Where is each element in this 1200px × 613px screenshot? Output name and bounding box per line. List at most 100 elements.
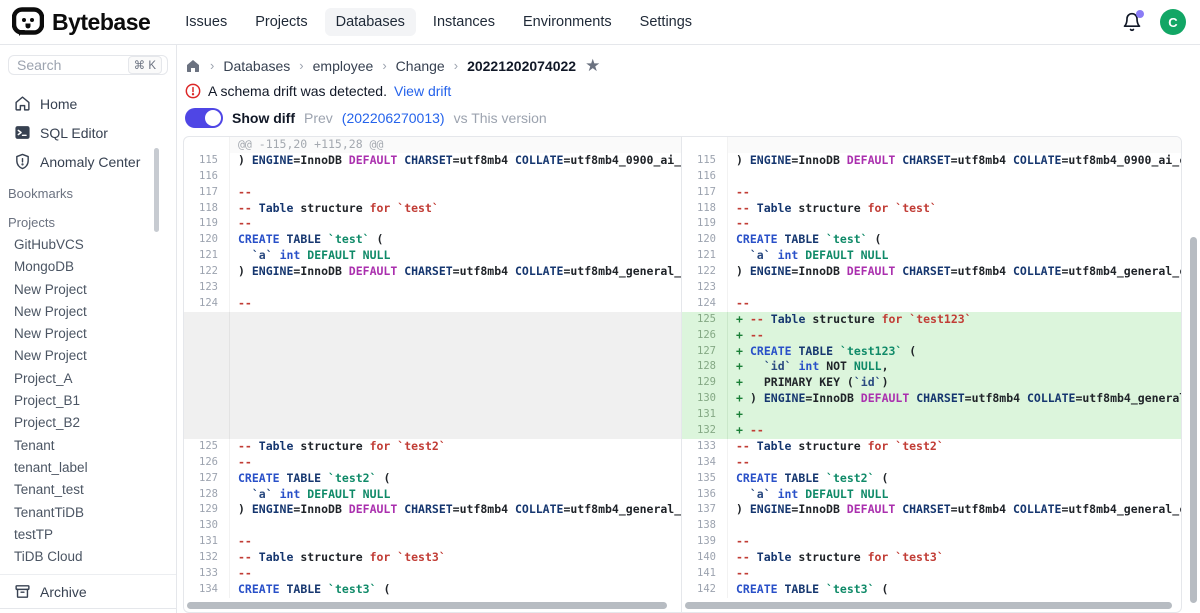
diff-row: 122) ENGINE=InnoDB DEFAULT CHARSET=utf8m… [682,264,1181,280]
line-number: 136 [682,487,728,503]
diff-row [184,391,681,407]
right-hscrollbar-thumb[interactable] [685,602,1172,609]
diff-row: 122) ENGINE=InnoDB DEFAULT CHARSET=utf8m… [184,264,681,280]
code-line: -- [230,455,681,471]
sidebar: ⌘ K Home SQL Editor [0,45,177,613]
line-number: 140 [682,550,728,566]
project-item[interactable]: GitHubVCS [0,234,176,256]
line-number: 141 [682,566,728,582]
line-number: 126 [682,328,728,344]
project-item[interactable]: Project_A [0,368,176,390]
code-line: `a` int DEFAULT NULL [230,248,681,264]
code-line: -- Table structure for `test2` [728,439,1181,455]
line-number: 124 [682,296,728,312]
line-number: 124 [184,296,230,312]
line-number [184,391,230,407]
project-item[interactable]: New Project [0,323,176,345]
line-number: 130 [682,391,728,407]
project-item[interactable]: Project_B2 [0,412,176,434]
nav-item-instances[interactable]: Instances [422,8,506,36]
code-line: +-- [728,328,1181,344]
nav-item-environments[interactable]: Environments [512,8,623,36]
line-number: 123 [682,280,728,296]
project-item[interactable]: MongoDB [0,256,176,278]
line-number: 133 [184,566,230,582]
left-hscrollbar-track [184,599,681,612]
project-item[interactable]: Project_B1 [0,390,176,412]
sidebar-item-anomaly-center[interactable]: Anomaly Center [0,147,176,176]
line-number [184,137,230,153]
prev-version-link[interactable]: (202206270013) [342,110,445,126]
diff-row: 116 [682,169,1181,185]
bytebase-logo-icon [12,7,44,37]
code-line [230,312,681,328]
diff-row: 131+ [682,407,1181,423]
project-item[interactable]: TiDB Cloud [0,546,176,568]
diff-row: 123 [184,280,681,296]
notification-bell-icon[interactable] [1122,12,1142,32]
code-line: ) ENGINE=InnoDB DEFAULT CHARSET=utf8mb4 … [728,502,1181,518]
sidebar-scrollbar[interactable] [154,148,159,232]
search-field[interactable] [17,57,128,73]
line-number: 132 [682,423,728,439]
code-line: -- [728,455,1181,471]
view-drift-link[interactable]: View drift [394,83,451,99]
project-item[interactable]: New Project [0,279,176,301]
line-number: 119 [184,216,230,232]
project-item[interactable]: TenantTiDB [0,502,176,524]
shield-icon [14,153,31,170]
line-number: 129 [682,375,728,391]
left-hscrollbar-thumb[interactable] [187,602,667,609]
diff-row: 134CREATE TABLE `test3` ( [184,582,681,598]
line-number: 119 [682,216,728,232]
project-item[interactable]: testTP [0,524,176,546]
diff-row: 124-- [184,296,681,312]
sidebar-item-label: SQL Editor [40,125,108,141]
project-item[interactable]: Tenant_test [0,479,176,501]
diff-row: 115) ENGINE=InnoDB DEFAULT CHARSET=utf8m… [682,153,1181,169]
code-line: CREATE TABLE `test` ( [728,232,1181,248]
sidebar-item-archive[interactable]: Archive [0,575,176,608]
nav-item-databases[interactable]: Databases [325,8,416,36]
line-number: 121 [682,248,728,264]
user-avatar[interactable]: C [1160,9,1186,35]
project-item[interactable]: New Project [0,345,176,367]
star-icon[interactable]: ★ [585,57,600,74]
line-number [184,344,230,360]
code-line [728,280,1181,296]
breadcrumb-home-icon[interactable] [185,58,201,74]
project-item[interactable]: tenant_label [0,457,176,479]
terminal-icon [14,124,31,141]
diff-row: 142CREATE TABLE `test3` ( [682,582,1181,598]
diff-row [184,359,681,375]
line-number: 128 [184,487,230,503]
nav-item-issues[interactable]: Issues [174,8,238,36]
code-line: -- Table structure for `test` [230,201,681,217]
project-item[interactable]: Tenant [0,435,176,457]
diff-rows-right: 115) ENGINE=InnoDB DEFAULT CHARSET=utf8m… [682,137,1181,598]
code-line [230,344,681,360]
brand[interactable]: Bytebase [12,7,150,37]
sidebar-item-home[interactable]: Home [0,89,176,118]
code-line: + PRIMARY KEY (`id`) [728,375,1181,391]
code-line [728,169,1181,185]
diff-row: 126+-- [682,328,1181,344]
page-vscrollbar-thumb[interactable] [1190,237,1197,603]
main-nav: IssuesProjectsDatabasesInstancesEnvironm… [174,8,703,36]
line-number: 134 [682,455,728,471]
project-item[interactable]: New Project [0,301,176,323]
search-shortcut-badge: ⌘ K [128,56,162,74]
search-input[interactable]: ⌘ K [8,55,168,75]
code-line: -- [230,185,681,201]
nav-item-settings[interactable]: Settings [629,8,703,36]
nav-item-projects[interactable]: Projects [244,8,318,36]
code-line [230,328,681,344]
breadcrumb-item-databases[interactable]: Databases [223,58,290,74]
breadcrumb-item-employee[interactable]: employee [313,58,374,74]
diff-toolbar: Show diff Prev (202206270013) vs This ve… [183,108,1182,128]
code-line [230,407,681,423]
breadcrumb-item-change[interactable]: Change [396,58,445,74]
sidebar-item-sql-editor[interactable]: SQL Editor [0,118,176,147]
diff-row: @@ -115,20 +115,28 @@ [184,137,681,153]
show-diff-toggle[interactable] [185,108,223,128]
